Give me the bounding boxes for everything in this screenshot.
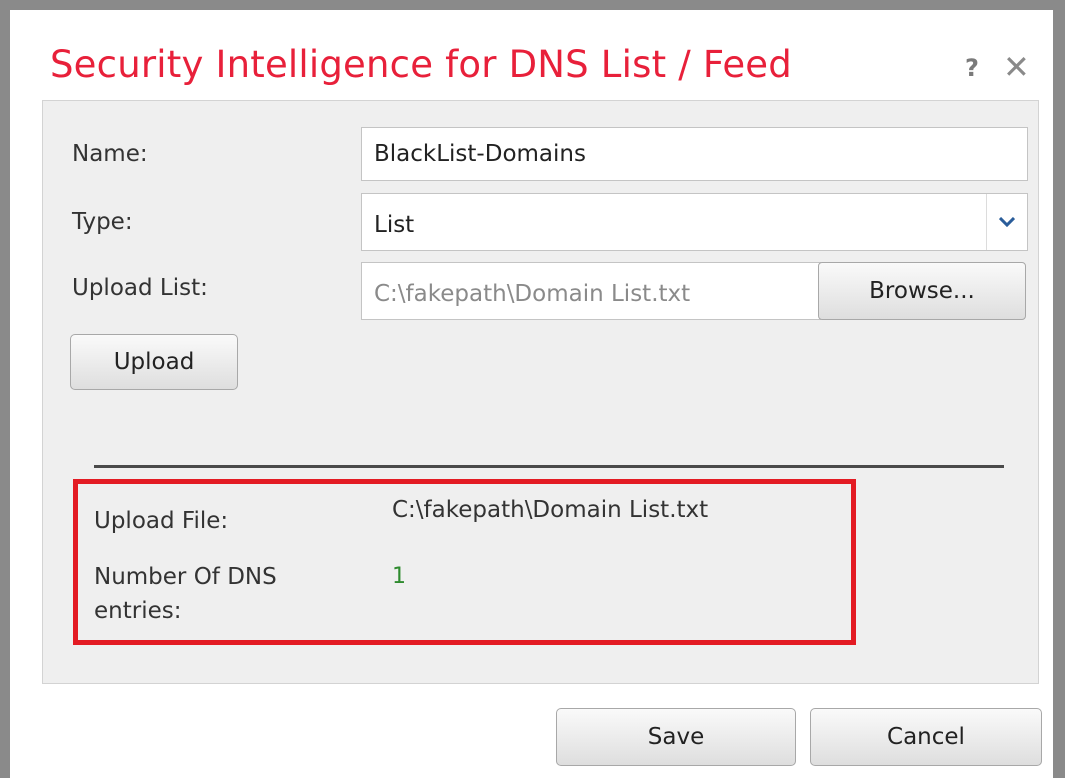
type-select-value: List	[374, 212, 415, 238]
upload-list-path-field[interactable]: C:\fakepath\Domain List.txt	[361, 262, 821, 320]
save-button[interactable]: Save	[556, 708, 796, 766]
dns-entries-count: 1	[392, 564, 406, 589]
dns-entries-label-line2: entries:	[94, 598, 182, 624]
upload-file-value: C:\fakepath\Domain List.txt	[392, 497, 709, 523]
name-input[interactable]: BlackList-Domains	[361, 127, 1028, 181]
dns-entries-label-line1: Number Of DNS	[94, 564, 277, 590]
browse-button[interactable]: Browse...	[818, 262, 1026, 320]
dns-list-dialog: Security Intelligence for DNS List / Fee…	[0, 0, 1065, 778]
chevron-down-icon[interactable]	[986, 194, 1027, 250]
type-label: Type:	[72, 209, 133, 235]
section-divider	[94, 465, 1004, 468]
upload-file-label: Upload File:	[94, 508, 229, 534]
name-label: Name:	[72, 141, 148, 167]
upload-list-label: Upload List:	[72, 275, 208, 301]
help-icon[interactable]: ?	[965, 54, 979, 82]
type-select[interactable]: List	[361, 193, 1028, 251]
dialog-title: Security Intelligence for DNS List / Fee…	[50, 43, 792, 86]
upload-button[interactable]: Upload	[70, 334, 238, 390]
close-icon[interactable]: ✕	[1003, 48, 1030, 86]
cancel-button[interactable]: Cancel	[810, 708, 1042, 766]
